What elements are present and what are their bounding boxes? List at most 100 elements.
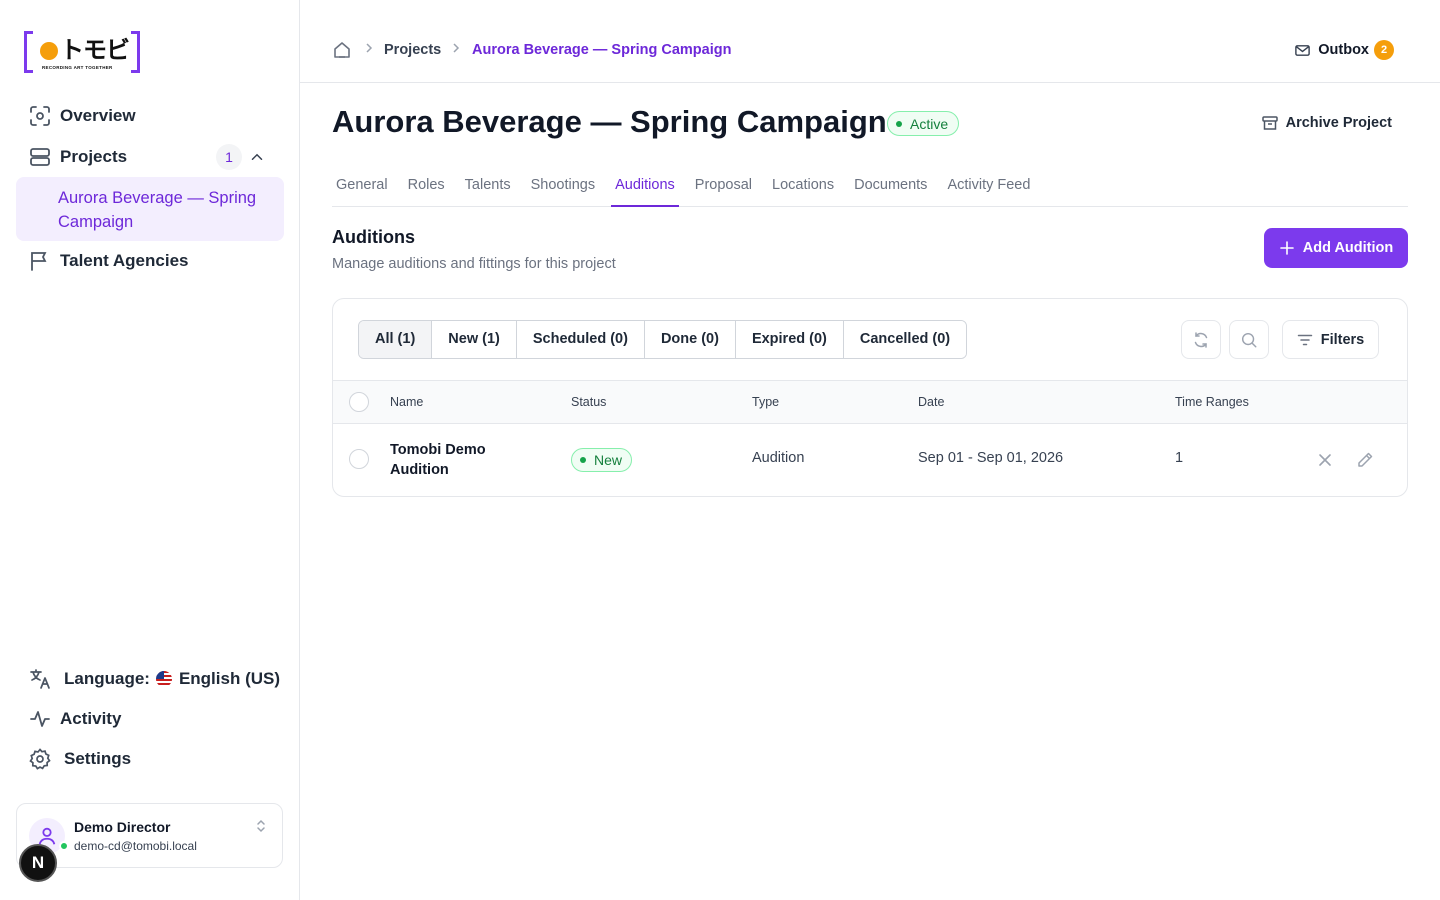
language-label: Language: bbox=[64, 669, 150, 688]
section-subtitle: Manage auditions and fittings for this p… bbox=[332, 256, 616, 272]
tab-general[interactable]: General bbox=[332, 166, 392, 207]
language-selector[interactable]: Language: English (US) bbox=[16, 659, 284, 699]
status-badge: New bbox=[571, 448, 633, 472]
language-value: English (US) bbox=[178, 669, 281, 688]
home-icon[interactable] bbox=[332, 40, 352, 60]
logo-dot bbox=[40, 42, 58, 60]
sidebar: トモビ RECORDING ART TOGETHER Overview Proj… bbox=[0, 0, 300, 900]
user-name: Demo Director bbox=[74, 819, 171, 835]
row-checkbox[interactable] bbox=[349, 449, 369, 469]
sidebar-item-label: Activity bbox=[60, 709, 122, 728]
filter-expired[interactable]: Expired (0) bbox=[735, 321, 844, 358]
filters-label: Filters bbox=[1320, 331, 1365, 348]
tab-activity-feed[interactable]: Activity Feed bbox=[943, 166, 1034, 207]
sidebar-item-projects[interactable]: Projects 1 bbox=[16, 137, 284, 177]
table-row[interactable]: Tomobi Demo Audition New Audition Sep 01… bbox=[333, 424, 1407, 496]
project-tabs: General Roles Talents Shootings Audition… bbox=[332, 166, 1408, 207]
sidebar-item-activity[interactable]: Activity bbox=[16, 699, 284, 739]
mail-icon bbox=[1294, 42, 1311, 59]
online-status-dot bbox=[59, 841, 69, 851]
sidebar-item-label: Talent Agencies bbox=[60, 251, 189, 270]
plus-icon bbox=[1279, 240, 1295, 256]
status-dot bbox=[896, 120, 902, 127]
dev-tools-badge[interactable]: N bbox=[19, 844, 57, 882]
sidebar-item-overview[interactable]: Overview bbox=[16, 96, 284, 136]
column-header-name[interactable]: Name bbox=[390, 395, 423, 409]
sidebar-item-talent-agencies[interactable]: Talent Agencies bbox=[16, 241, 284, 281]
table-header: Name Status Type Date Time Ranges bbox=[333, 380, 1407, 424]
filter-all[interactable]: All (1) bbox=[359, 321, 433, 358]
sidebar-item-settings[interactable]: Settings bbox=[16, 739, 284, 779]
filter-new[interactable]: New (1) bbox=[432, 321, 517, 358]
outbox-button[interactable]: Outbox 2 bbox=[1294, 40, 1394, 60]
archive-label: Archive Project bbox=[1285, 115, 1392, 131]
select-all-checkbox[interactable] bbox=[349, 392, 369, 412]
breadcrumb-projects[interactable]: Projects bbox=[384, 42, 441, 58]
add-audition-button[interactable]: Add Audition bbox=[1264, 228, 1408, 268]
status-text: New bbox=[594, 452, 623, 468]
sidebar-subitem-current-project[interactable]: Aurora Beverage — Spring Campaign bbox=[16, 177, 284, 241]
column-header-status[interactable]: Status bbox=[571, 395, 606, 409]
main-nav: Overview Projects 1 Aurora Beverage — Sp… bbox=[16, 96, 284, 281]
app-logo[interactable]: トモビ RECORDING ART TOGETHER bbox=[24, 28, 140, 76]
outbox-count-badge: 2 bbox=[1374, 40, 1394, 60]
column-header-type[interactable]: Type bbox=[752, 395, 779, 409]
activity-icon bbox=[28, 707, 52, 731]
filter-cancelled[interactable]: Cancelled (0) bbox=[843, 321, 967, 358]
search-button[interactable] bbox=[1229, 320, 1269, 359]
tab-talents[interactable]: Talents bbox=[461, 166, 515, 207]
column-header-time-ranges[interactable]: Time Ranges bbox=[1175, 395, 1249, 409]
refresh-button[interactable] bbox=[1181, 320, 1221, 359]
tab-roles[interactable]: Roles bbox=[404, 166, 449, 207]
chevron-up-icon[interactable] bbox=[248, 148, 266, 166]
user-email: demo-cd@tomobi.local bbox=[74, 839, 197, 853]
page-title: Aurora Beverage — Spring Campaign bbox=[332, 104, 887, 139]
translate-icon bbox=[28, 667, 52, 691]
chevron-right-icon bbox=[364, 42, 374, 54]
column-header-date[interactable]: Date bbox=[918, 395, 944, 409]
filter-lines-icon bbox=[1297, 332, 1313, 348]
archive-project-button[interactable]: Archive Project bbox=[1261, 114, 1392, 132]
chevron-right-icon bbox=[451, 42, 461, 54]
tab-locations[interactable]: Locations bbox=[768, 166, 838, 207]
logo-tagline: RECORDING ART TOGETHER bbox=[42, 65, 113, 70]
tab-shootings[interactable]: Shootings bbox=[527, 166, 600, 207]
tab-auditions[interactable]: Auditions bbox=[611, 166, 679, 207]
filters-button[interactable]: Filters bbox=[1282, 320, 1379, 359]
outbox-label: Outbox bbox=[1318, 42, 1369, 58]
flag-icon bbox=[28, 249, 52, 273]
archive-icon bbox=[1261, 114, 1279, 132]
audition-date: Sep 01 - Sep 01, 2026 bbox=[918, 450, 1064, 466]
search-icon bbox=[1240, 331, 1258, 349]
auditions-card: All (1) New (1) Scheduled (0) Done (0) E… bbox=[332, 298, 1408, 497]
sidebar-item-label: Overview bbox=[60, 106, 136, 125]
sidebar-item-label: Projects bbox=[60, 147, 128, 166]
breadcrumb-current[interactable]: Aurora Beverage — Spring Campaign bbox=[472, 42, 731, 58]
tab-proposal[interactable]: Proposal bbox=[691, 166, 756, 207]
layers-icon bbox=[28, 145, 52, 169]
status-text: Active bbox=[910, 115, 949, 132]
scan-icon bbox=[28, 104, 52, 128]
close-icon[interactable] bbox=[1315, 450, 1335, 470]
chevron-up-down-icon bbox=[254, 818, 268, 834]
filter-done[interactable]: Done (0) bbox=[644, 321, 736, 358]
filter-scheduled[interactable]: Scheduled (0) bbox=[516, 321, 645, 358]
logo-text: トモビ bbox=[60, 36, 130, 64]
topbar: Projects Aurora Beverage — Spring Campai… bbox=[300, 0, 1440, 83]
refresh-icon bbox=[1191, 330, 1211, 350]
projects-count-badge: 1 bbox=[216, 144, 242, 170]
us-flag-icon bbox=[155, 671, 172, 687]
audition-type: Audition bbox=[752, 450, 805, 466]
status-filter-tabs: All (1) New (1) Scheduled (0) Done (0) E… bbox=[358, 320, 968, 359]
edit-pencil-icon[interactable] bbox=[1355, 450, 1375, 470]
audition-time-ranges: 1 bbox=[1175, 450, 1184, 466]
audition-name[interactable]: Tomobi Demo Audition bbox=[390, 440, 486, 480]
add-audition-label: Add Audition bbox=[1302, 240, 1394, 256]
status-badge: Active bbox=[887, 111, 960, 136]
sidebar-item-label: Settings bbox=[64, 749, 132, 768]
gear-icon bbox=[28, 747, 52, 771]
section-title: Auditions bbox=[332, 227, 415, 247]
tab-documents[interactable]: Documents bbox=[850, 166, 931, 207]
status-dot bbox=[580, 457, 586, 463]
sidebar-bottom-nav: Language: English (US) Activity Settings bbox=[16, 659, 284, 779]
